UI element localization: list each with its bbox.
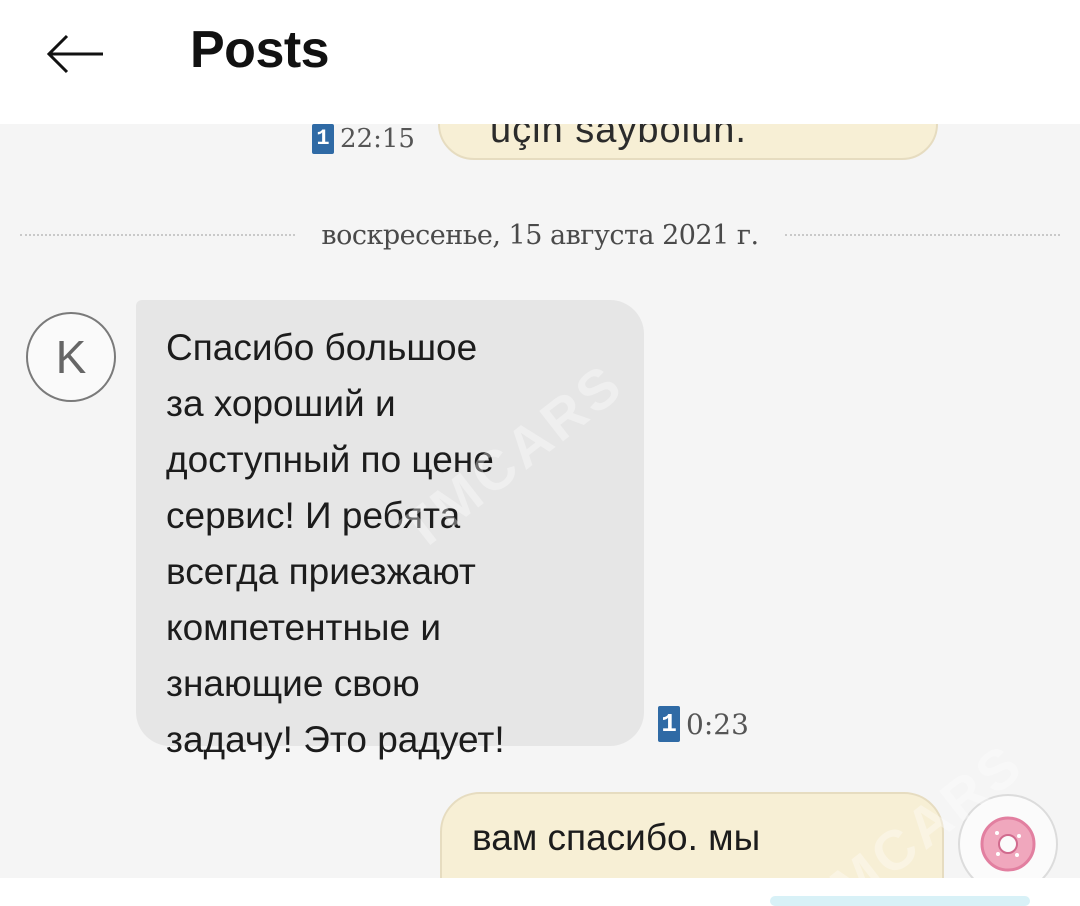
date-separator: воскресенье, 15 августа 2021 г. xyxy=(20,219,1060,251)
previous-message-bubble: uçin saýbolun. xyxy=(438,124,938,160)
next-post-hint xyxy=(770,896,1030,906)
outgoing-message-bubble[interactable]: вам спасибо. мы xyxy=(440,792,944,878)
message-time: 0:23 xyxy=(686,707,749,741)
chat-screenshot: uçin saýbolun. 1 22:15 воскресенье, 15 а… xyxy=(0,124,1080,878)
donut-icon xyxy=(980,816,1036,872)
sender-avatar[interactable]: K xyxy=(26,312,116,402)
top-bar: Posts xyxy=(0,0,1080,124)
message-time: 22:15 xyxy=(340,124,415,154)
date-label: воскресенье, 15 августа 2021 г. xyxy=(321,219,759,251)
outgoing-message-text: вам спасибо. мы xyxy=(472,817,761,858)
incoming-message-bubble[interactable]: Спасибо большое за хороший и доступный п… xyxy=(136,300,644,760)
divider xyxy=(784,234,1060,236)
user-avatar[interactable] xyxy=(958,794,1058,878)
incoming-message-text: Спасибо большое за хороший и доступный п… xyxy=(166,327,505,760)
sim-tag: 1 xyxy=(312,124,334,154)
page-title: Posts xyxy=(190,21,330,79)
avatar-letter: K xyxy=(55,331,87,383)
arrow-left-icon xyxy=(46,34,103,74)
divider xyxy=(20,234,296,236)
sim-tag: 1 xyxy=(658,706,680,742)
previous-message-text: uçin saýbolun. xyxy=(490,124,747,151)
previous-message-meta: 1 22:15 xyxy=(312,124,415,154)
back-button[interactable] xyxy=(40,24,110,84)
bottom-strip xyxy=(0,878,1080,906)
incoming-message-meta: 1 0:23 xyxy=(658,706,749,742)
